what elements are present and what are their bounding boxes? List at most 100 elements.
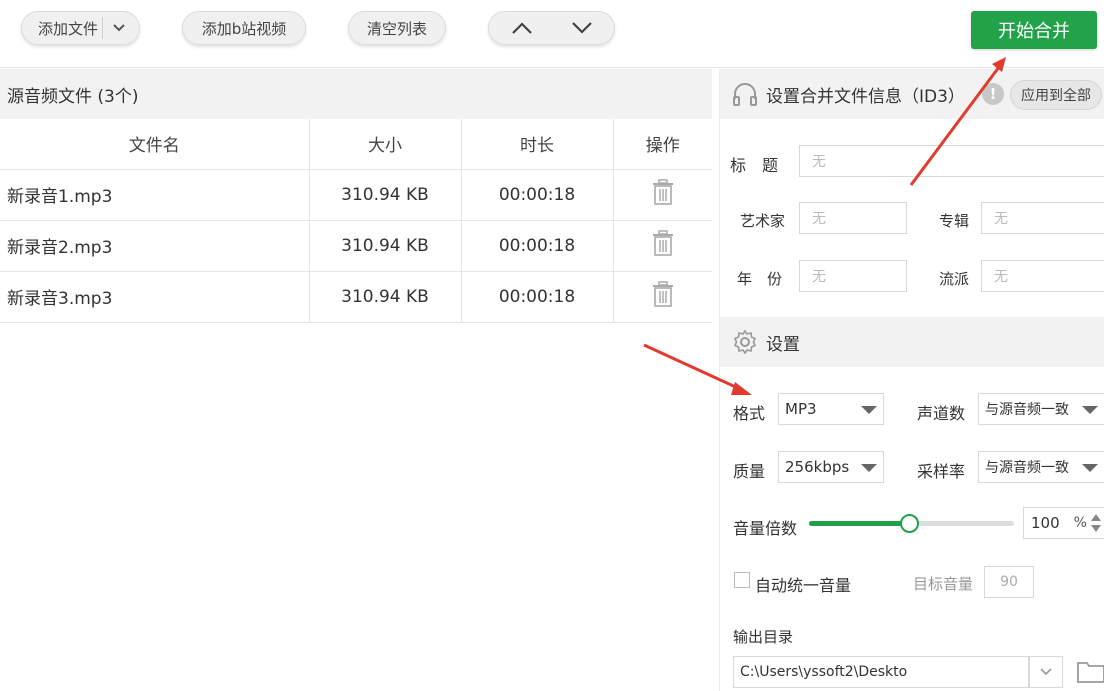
- settings-section-header: 设置: [720, 317, 1104, 367]
- settings-section-title: 设置: [766, 334, 800, 355]
- dropdown-caret-icon: [861, 406, 877, 414]
- artist-label: 艺术家: [740, 212, 786, 230]
- apply-to-all-label: 应用到全部: [1021, 88, 1091, 104]
- start-merge-button[interactable]: 开始合并: [971, 11, 1097, 49]
- album-field[interactable]: 无: [981, 202, 1104, 234]
- clear-list-button[interactable]: 清空列表: [348, 11, 446, 45]
- quality-select[interactable]: 256kbps: [778, 451, 884, 483]
- volume-value: 100: [1031, 514, 1060, 532]
- trash-icon: [652, 230, 673, 256]
- table-header-row: 文件名 大小 时长 操作: [0, 119, 712, 170]
- apply-to-all-button[interactable]: 应用到全部: [1010, 80, 1102, 110]
- trash-icon: [652, 281, 673, 307]
- add-bilibili-label: 添加b站视频: [201, 19, 287, 38]
- dropdown-caret-icon: [1082, 464, 1098, 472]
- delete-button[interactable]: [613, 271, 712, 323]
- toolbar: 添加文件 添加b站视频 清空列表 开始合并: [0, 0, 1104, 68]
- file-size: 310.94 KB: [309, 271, 462, 323]
- trash-icon: [652, 179, 673, 205]
- year-field[interactable]: 无: [799, 260, 907, 292]
- move-up-button[interactable]: [492, 21, 552, 35]
- file-list-panel: 源音频文件 (3个) 文件名 大小 时长 操作 新录音1.mp3 310.94 …: [0, 69, 712, 691]
- auto-volume-checkbox[interactable]: [734, 572, 750, 588]
- samplerate-label: 采样率: [917, 462, 966, 481]
- volume-slider-fill: [809, 521, 910, 526]
- dropdown-caret-icon: [861, 464, 877, 472]
- file-size: 310.94 KB: [309, 169, 462, 221]
- year-label: 年 份: [737, 270, 783, 288]
- column-header[interactable]: 文件名: [0, 119, 310, 170]
- volume-slider[interactable]: [809, 514, 1014, 533]
- column-header[interactable]: 大小: [309, 119, 462, 170]
- folder-icon[interactable]: [1077, 659, 1104, 683]
- headphones-icon: [733, 83, 757, 106]
- output-dir-field[interactable]: C:\Users\yssoft2\Deskto: [733, 656, 1029, 688]
- target-volume-value: 90: [1000, 574, 1018, 590]
- genre-label: 流派: [939, 270, 970, 288]
- gear-icon: [733, 329, 757, 355]
- title-field[interactable]: 无: [799, 145, 1104, 177]
- format-value: MP3: [785, 400, 817, 418]
- format-select[interactable]: MP3: [778, 393, 884, 425]
- output-dir-label: 输出目录: [733, 628, 794, 646]
- table-row[interactable]: 新录音1.mp3 310.94 KB 00:00:18: [0, 169, 712, 221]
- column-header: 操作: [613, 119, 712, 170]
- target-volume-field[interactable]: 90: [984, 566, 1034, 598]
- channels-value: 与源音频一致: [985, 402, 1069, 418]
- title-label: 标 题: [730, 156, 779, 175]
- file-table: 文件名 大小 时长 操作 新录音1.mp3 310.94 KB 00:00:18…: [0, 119, 712, 323]
- chevron-down-icon: [1040, 668, 1052, 676]
- channels-select[interactable]: 与源音频一致: [978, 393, 1104, 425]
- genre-field[interactable]: 无: [981, 260, 1104, 292]
- chevron-down-icon[interactable]: [107, 23, 131, 33]
- file-name: 新录音2.mp3: [0, 220, 310, 272]
- clear-list-label: 清空列表: [366, 19, 427, 38]
- album-label: 专辑: [939, 212, 970, 230]
- column-header[interactable]: 时长: [461, 119, 614, 170]
- file-list-title: 源音频文件 (3个): [0, 69, 712, 119]
- move-down-button[interactable]: [552, 21, 612, 35]
- settings-panel: 设置合并文件信息（ID3） ! 应用到全部 标 题 无 艺术家 无 专辑 无 年…: [719, 69, 1104, 691]
- divider: [102, 17, 103, 39]
- file-name: 新录音1.mp3: [0, 169, 310, 221]
- artist-placeholder: 无: [812, 211, 826, 227]
- title-placeholder: 无: [812, 154, 826, 170]
- album-placeholder: 无: [994, 211, 1008, 227]
- add-file-button[interactable]: 添加文件: [21, 11, 140, 45]
- auto-volume-label: 自动统一音量: [755, 576, 852, 595]
- quality-value: 256kbps: [785, 458, 850, 476]
- samplerate-value: 与源音频一致: [985, 460, 1069, 476]
- table-row[interactable]: 新录音2.mp3 310.94 KB 00:00:18: [0, 220, 712, 272]
- target-volume-label: 目标音量: [913, 575, 974, 593]
- add-file-label: 添加文件: [37, 19, 98, 38]
- warning-glyph: !: [989, 85, 997, 103]
- format-label: 格式: [733, 404, 766, 423]
- volume-unit: %: [1073, 515, 1087, 531]
- id3-section-title: 设置合并文件信息（ID3）: [766, 86, 965, 107]
- info-icon[interactable]: !: [982, 83, 1004, 105]
- file-duration: 00:00:18: [461, 220, 614, 272]
- output-dir-value: C:\Users\yssoft2\Deskto: [740, 664, 908, 680]
- year-placeholder: 无: [812, 269, 826, 285]
- delete-button[interactable]: [613, 169, 712, 221]
- samplerate-select[interactable]: 与源音频一致: [978, 451, 1104, 483]
- file-name: 新录音3.mp3: [0, 271, 310, 323]
- add-bilibili-button[interactable]: 添加b站视频: [182, 11, 306, 45]
- volume-label: 音量倍数: [733, 519, 798, 538]
- file-duration: 00:00:18: [461, 169, 614, 221]
- file-duration: 00:00:18: [461, 271, 614, 323]
- dropdown-caret-icon: [1082, 406, 1098, 414]
- reorder-buttons: [488, 11, 615, 45]
- output-dir-dropdown[interactable]: [1029, 656, 1063, 688]
- spin-arrows-icon: [1091, 514, 1101, 532]
- volume-spinbox[interactable]: 100 %: [1023, 507, 1104, 539]
- chevron-down-icon: [571, 22, 592, 34]
- file-size: 310.94 KB: [309, 220, 462, 272]
- channels-label: 声道数: [917, 404, 966, 423]
- delete-button[interactable]: [613, 220, 712, 272]
- volume-slider-handle[interactable]: [900, 514, 920, 533]
- genre-placeholder: 无: [994, 269, 1008, 285]
- chevron-up-icon: [511, 22, 532, 34]
- artist-field[interactable]: 无: [799, 202, 907, 234]
- table-row[interactable]: 新录音3.mp3 310.94 KB 00:00:18: [0, 271, 712, 323]
